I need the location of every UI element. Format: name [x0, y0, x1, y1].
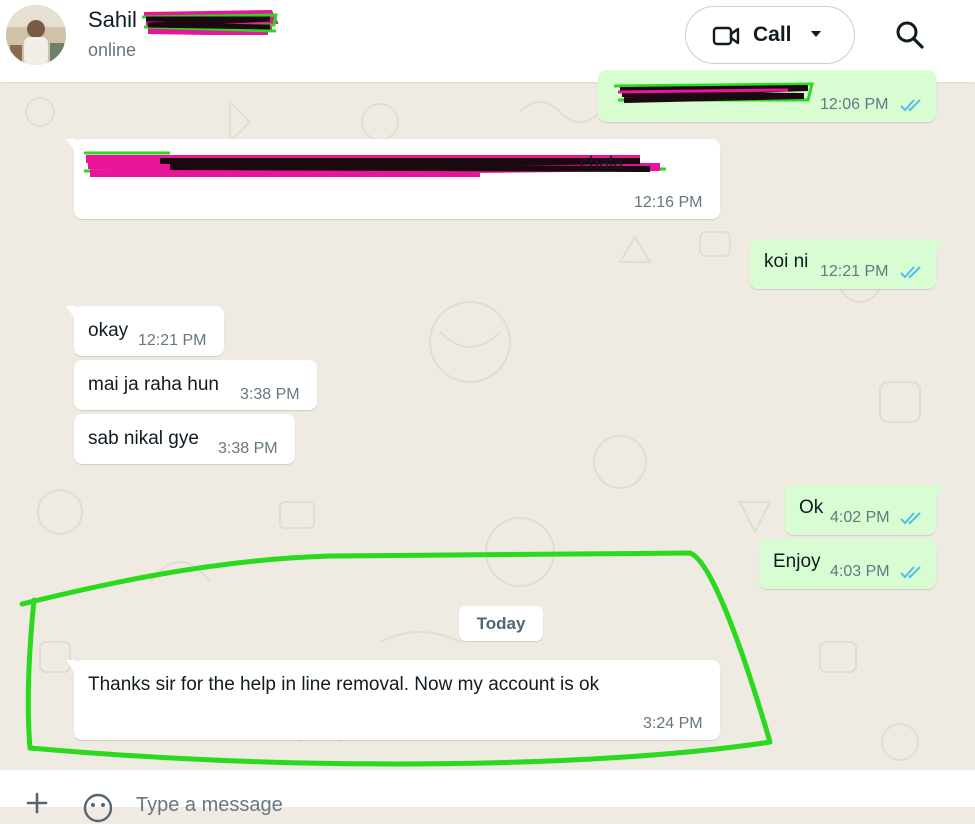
- message-time: 3:38 PM: [240, 386, 300, 403]
- search-icon[interactable]: [895, 20, 925, 50]
- message-time: 4:02 PM: [830, 509, 890, 526]
- contact-name[interactable]: Sahil: [88, 7, 137, 33]
- message-time: 4:03 PM: [830, 563, 890, 580]
- message-in[interactable]: okay 12:21 PM: [66, 306, 224, 356]
- message-text: Thanks sir for the help in line removal.…: [88, 674, 600, 695]
- message-time: 12:21 PM: [138, 332, 207, 349]
- video-call-icon: [712, 26, 740, 46]
- message-text: okay: [88, 320, 129, 341]
- message-out[interactable]: Ok 4:02 PM: [785, 485, 944, 535]
- double-check-icon: [900, 99, 921, 112]
- call-label: Call: [753, 23, 792, 46]
- message-text: Enjoy: [773, 551, 821, 572]
- bubble-tail: [934, 485, 944, 499]
- message-text: Ok: [799, 497, 824, 518]
- message-in[interactable]: mai ja raha hun 3:38 PM: [74, 360, 317, 410]
- message-in[interactable]: sab nikal gye 3:38 PM: [74, 414, 295, 464]
- message-time: 12:21 PM: [820, 263, 889, 280]
- message-composer: Type a message: [0, 770, 975, 823]
- message-time: 12:06 PM: [820, 96, 889, 113]
- message-redaction-scribble: chala: [83, 151, 667, 177]
- bubble-tail: [934, 239, 944, 253]
- bubble-tail: [66, 306, 76, 320]
- bubble-tail: [66, 660, 76, 674]
- message-time: 3:38 PM: [218, 440, 278, 457]
- message-input[interactable]: Type a message: [136, 794, 283, 817]
- contact-status: online: [88, 40, 137, 60]
- chevron-down-icon[interactable]: [810, 30, 822, 38]
- message-out[interactable]: koi ni 12:21 PM: [750, 239, 944, 289]
- message-redaction-scribble: [613, 82, 814, 103]
- bubble-tail: [66, 139, 76, 153]
- message-out[interactable]: 12:06 PM: [598, 70, 936, 122]
- message-out[interactable]: Enjoy 4:03 PM: [759, 539, 936, 589]
- svg-text:chala: chala: [580, 153, 624, 173]
- message-text: mai ja raha hun: [88, 374, 219, 395]
- double-check-icon: [900, 566, 921, 579]
- message-time: 12:16 PM: [634, 194, 703, 211]
- message-in[interactable]: Thanks sir for the help in line removal.…: [66, 660, 720, 740]
- double-check-icon: [900, 266, 921, 279]
- date-divider: Today: [459, 606, 543, 641]
- call-button[interactable]: Call: [685, 6, 855, 64]
- message-time: 3:24 PM: [643, 715, 703, 732]
- message-text: sab nikal gye: [88, 428, 199, 449]
- message-in[interactable]: chala 12:16 PM: [66, 139, 720, 219]
- avatar[interactable]: [6, 5, 66, 65]
- double-check-icon: [900, 512, 921, 525]
- message-text: koi ni: [764, 251, 809, 272]
- emoji-icon[interactable]: [82, 792, 114, 824]
- plus-icon[interactable]: [26, 792, 48, 814]
- name-redaction-scribble: [141, 9, 278, 35]
